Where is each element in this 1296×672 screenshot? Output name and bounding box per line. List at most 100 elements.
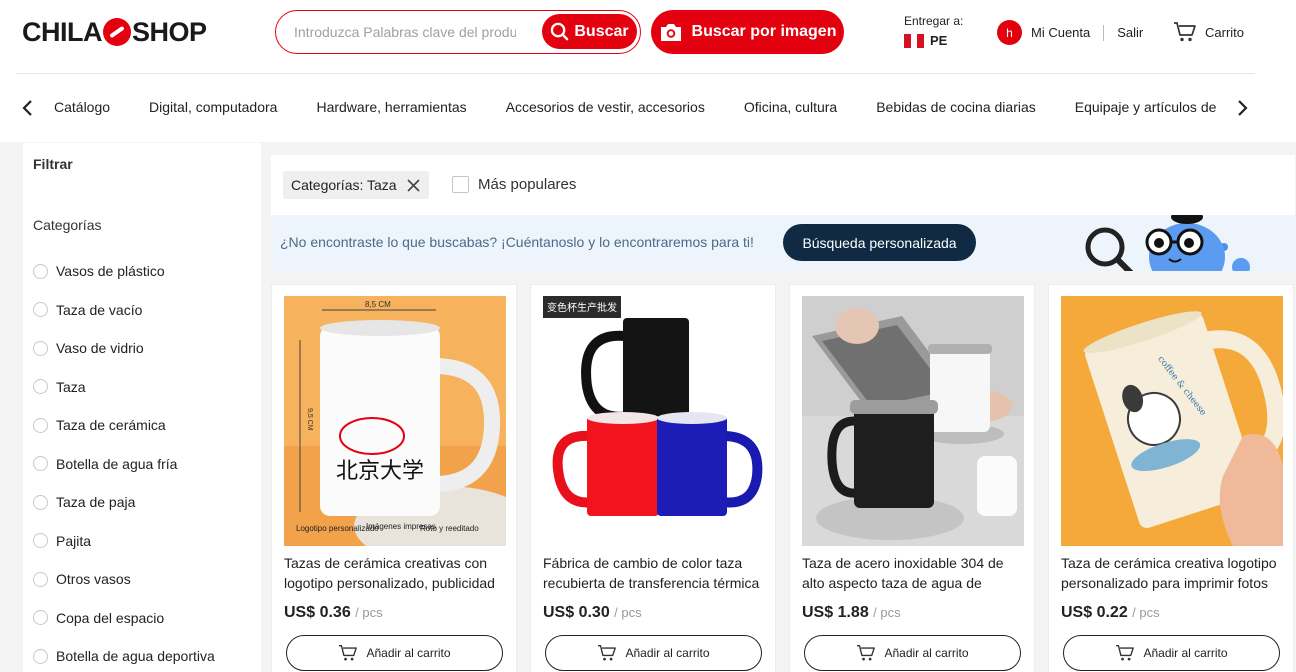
product-card[interactable]: 变色杯生产批发 Fábrica de cambio de color taza … <box>530 284 776 672</box>
option-label: Taza de cerámica <box>56 417 166 434</box>
category-nav: Catálogo Digital, computadora Hardware, he… <box>0 74 1296 142</box>
search-button[interactable]: Buscar <box>542 14 637 49</box>
product-image[interactable] <box>802 296 1024 546</box>
deliver-label: Entregar a: <box>904 14 964 28</box>
price-unit: / pcs <box>614 605 642 620</box>
mascot-illustration <box>1085 215 1250 271</box>
cart-icon <box>339 644 358 661</box>
radio-button[interactable] <box>33 610 48 626</box>
price-value: US$ 1.88 <box>802 604 869 621</box>
cart-icon <box>598 644 617 661</box>
radio-button[interactable] <box>33 648 48 664</box>
logout-link[interactable]: Salir <box>1117 25 1143 40</box>
category-filter-option[interactable]: Otros vasos <box>33 560 215 599</box>
radio-button[interactable] <box>33 533 48 549</box>
category-item[interactable]: Equipaje y artículos de <box>1075 99 1217 115</box>
category-filter-option[interactable]: Botella de agua deportiva <box>33 637 215 672</box>
filter-sidebar: Filtrar Categorías Vasos de plástico Taz… <box>23 143 261 672</box>
custom-search-button[interactable]: Búsqueda personalizada <box>783 224 976 261</box>
radio-button[interactable] <box>33 417 48 433</box>
add-to-cart-label: Añadir al carrito <box>366 646 451 660</box>
chevron-left-icon <box>22 100 32 116</box>
product-price: US$ 0.30 / pcs <box>543 604 642 622</box>
category-item[interactable]: Oficina, cultura <box>744 99 837 115</box>
category-filter-list: Vasos de plástico Taza de vacío Vaso de … <box>33 252 215 672</box>
avatar[interactable]: h <box>997 20 1022 45</box>
add-to-cart-label: Añadir al carrito <box>625 646 710 660</box>
category-item[interactable]: Bebidas de cocina diarias <box>876 99 1036 115</box>
product-image[interactable]: 8,5 CM 9,5 CM 北京大学 Logotipo personalizad… <box>284 296 506 546</box>
category-filter-option[interactable]: Copa del espacio <box>33 599 215 638</box>
price-unit: / pcs <box>355 605 383 620</box>
radio-button[interactable] <box>33 340 48 356</box>
category-item[interactable]: Digital, computadora <box>149 99 277 115</box>
product-title[interactable]: Taza de cerámica creativa logotipo perso… <box>1061 553 1283 593</box>
category-prev-button[interactable] <box>20 98 36 118</box>
cart-icon <box>1116 644 1135 661</box>
add-to-cart-label: Añadir al carrito <box>1143 646 1228 660</box>
option-label: Taza <box>56 378 86 395</box>
search-input[interactable] <box>294 22 516 42</box>
logo-mark-icon <box>103 18 131 46</box>
category-filter-option[interactable]: Taza <box>33 368 215 407</box>
cart-link[interactable]: Carrito <box>1173 21 1244 43</box>
search-icon <box>551 22 569 41</box>
most-popular-checkbox[interactable] <box>452 176 469 193</box>
mug-photo-printed: coffee & cheese <box>1061 296 1283 546</box>
product-card[interactable]: coffee & cheese Taza de cerámica creativ… <box>1048 284 1294 672</box>
option-label: Botella de agua fría <box>56 455 178 472</box>
category-item[interactable]: Hardware, herramientas <box>316 99 466 115</box>
image-badge-text: 变色杯生产批发 <box>547 301 617 314</box>
category-filter-option[interactable]: Taza de cerámica <box>33 406 215 445</box>
image-height-label: 9,5 CM <box>306 408 313 431</box>
product-title[interactable]: Fábrica de cambio de color taza recubier… <box>543 553 765 593</box>
my-account-link[interactable]: Mi Cuenta <box>1031 25 1090 40</box>
radio-button[interactable] <box>33 571 48 587</box>
image-search-label: Buscar por imagen <box>691 23 837 40</box>
radio-button[interactable] <box>33 379 48 395</box>
mug-photo-steel <box>802 296 1024 546</box>
category-filter-option[interactable]: Vasos de plástico <box>33 252 215 291</box>
product-card[interactable]: 8,5 CM 9,5 CM 北京大学 Logotipo personalizad… <box>271 284 517 672</box>
option-label: Taza de paja <box>56 494 136 511</box>
radio-button[interactable] <box>33 456 48 472</box>
close-icon[interactable] <box>407 178 420 192</box>
category-item[interactable]: Accesorios de vestir, accesorios <box>506 99 705 115</box>
category-filter-option[interactable]: Botella de agua fría <box>33 445 215 484</box>
category-filter-option[interactable]: Pajita <box>33 522 215 561</box>
image-mug-text: 北京大学 <box>336 459 424 484</box>
add-to-cart-button[interactable]: Añadir al carrito <box>286 635 503 671</box>
most-popular-toggle[interactable]: Más populares <box>452 176 576 193</box>
product-image[interactable]: 变色杯生产批发 <box>543 296 765 546</box>
category-filter-option[interactable]: Vaso de vidrio <box>33 329 215 368</box>
radio-button[interactable] <box>33 263 48 279</box>
main-content: Categorías: Taza Más populares ¿No encon… <box>271 155 1296 672</box>
add-to-cart-button[interactable]: Añadir al carrito <box>1063 635 1280 671</box>
site-logo[interactable]: CHILA SHOP <box>22 15 207 49</box>
category-filter-option[interactable]: Taza de paja <box>33 483 215 522</box>
add-to-cart-button[interactable]: Añadir al carrito <box>804 635 1021 671</box>
add-to-cart-button[interactable]: Añadir al carrito <box>545 635 762 671</box>
category-item[interactable]: Catálogo <box>54 99 110 115</box>
product-price: US$ 0.36 / pcs <box>284 604 383 622</box>
search-button-label: Buscar <box>574 22 629 40</box>
mug-photo-white: 8,5 CM 9,5 CM 北京大学 Logotipo personalizad… <box>284 296 506 546</box>
category-next-button[interactable] <box>1234 98 1250 118</box>
account-divider <box>1103 24 1105 41</box>
product-title[interactable]: Taza de acero inoxidable 304 de alto asp… <box>802 553 1024 593</box>
product-image[interactable]: coffee & cheese <box>1061 296 1283 546</box>
deliver-country: PE <box>930 33 948 48</box>
deliver-to[interactable]: Entregar a: PE <box>904 14 963 48</box>
category-filter-option[interactable]: Taza de vacío <box>33 291 215 330</box>
image-search-button[interactable]: Buscar por imagen <box>651 10 844 54</box>
product-card[interactable]: Taza de acero inoxidable 304 de alto asp… <box>789 284 1035 672</box>
cart-icon <box>1174 22 1196 42</box>
site-header: CHILA SHOP Buscar Buscar por imagen Entr… <box>0 0 1296 142</box>
radio-button[interactable] <box>33 302 48 318</box>
product-title[interactable]: Tazas de cerámica creativas con logotipo… <box>284 553 506 593</box>
active-filters-bar: Categorías: Taza Más populares <box>271 155 1295 215</box>
radio-button[interactable] <box>33 494 48 510</box>
price-value: US$ 0.36 <box>284 604 351 621</box>
logo-text-right: SHOP <box>132 16 207 47</box>
categories-title: Categorías <box>33 217 102 233</box>
